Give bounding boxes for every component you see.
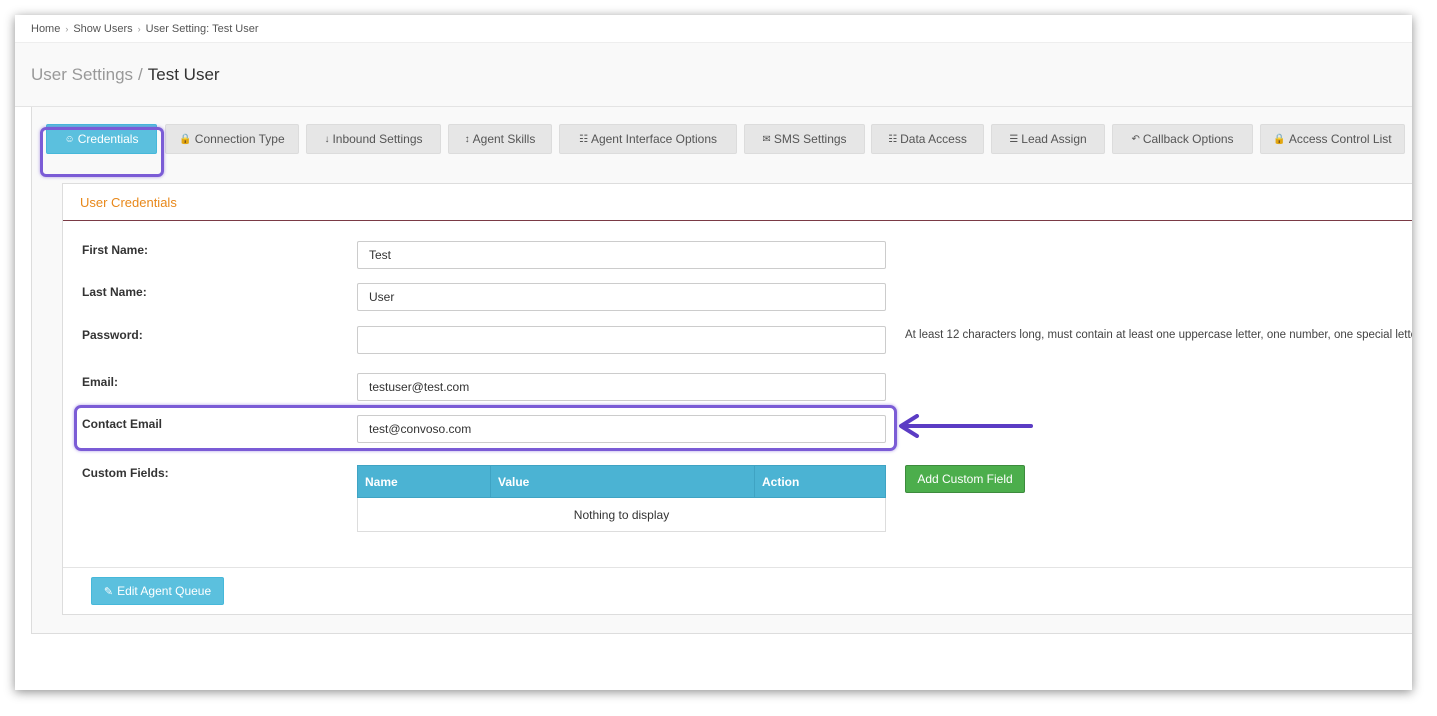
- tab-label: Lead Assign: [1021, 132, 1087, 146]
- page-title-separator: /: [138, 64, 143, 84]
- first-name-field[interactable]: Test: [357, 241, 886, 269]
- app-window: Home › Show Users › User Setting: Test U…: [15, 15, 1412, 690]
- tab-agent-interface-options[interactable]: ☷ Agent Interface Options: [559, 124, 737, 154]
- grid-icon: ☷: [888, 133, 898, 145]
- empty-table-message: Nothing to display: [357, 497, 886, 532]
- panel-title: User Credentials: [63, 184, 1412, 221]
- grid-icon: ☷: [578, 133, 588, 145]
- reply-all-icon: ↶: [1131, 133, 1140, 145]
- breadcrumb-home[interactable]: Home: [31, 23, 60, 35]
- last-name-label: Last Name:: [82, 285, 147, 299]
- tab-label: Connection Type: [194, 132, 285, 146]
- tab-connection-type[interactable]: 🔒 Connection Type: [165, 124, 299, 154]
- tab-label: Agent Skills: [472, 132, 536, 146]
- tab-lead-assign[interactable]: ☰ Lead Assign: [991, 124, 1105, 154]
- first-name-label: First Name:: [82, 243, 149, 257]
- chevron-right-icon: ›: [137, 23, 141, 34]
- chevron-right-icon: ›: [65, 23, 69, 34]
- email-field[interactable]: testuser@test.com: [357, 373, 886, 401]
- page-title-section: User Settings: [31, 64, 134, 84]
- column-header-value[interactable]: Value: [490, 465, 755, 498]
- last-name-field[interactable]: User: [357, 283, 886, 311]
- tab-label: Agent Interface Options: [590, 132, 718, 146]
- arrow-down-icon: ↓: [324, 133, 330, 145]
- user-credentials-panel: User Credentials First Name: Test Last N…: [62, 183, 1412, 615]
- breadcrumb: Home › Show Users › User Setting: Test U…: [15, 15, 1412, 43]
- column-header-name[interactable]: Name: [357, 465, 491, 498]
- breadcrumb-show-users[interactable]: Show Users: [73, 23, 132, 35]
- tab-agent-skills[interactable]: ↕ Agent Skills: [448, 124, 552, 154]
- edit-icon: ✎: [103, 585, 114, 598]
- tab-inbound-settings[interactable]: ↓ Inbound Settings: [306, 124, 441, 154]
- tab-label: SMS Settings: [773, 132, 847, 146]
- email-label: Email:: [82, 375, 119, 389]
- tab-access-control-list[interactable]: 🔒 Access Control List: [1260, 124, 1405, 154]
- page-title: User Settings / Test User: [15, 43, 1412, 107]
- envelope-icon: ✉: [762, 133, 771, 145]
- custom-fields-label: Custom Fields:: [82, 466, 169, 480]
- tab-sms-settings[interactable]: ✉ SMS Settings: [744, 124, 865, 154]
- password-help-text: At least 12 characters long, must contai…: [905, 329, 1412, 341]
- page-title-user: Test User: [147, 64, 220, 84]
- settings-content: ☺ Credentials 🔒 Connection Type ↓ Inboun…: [31, 107, 1412, 634]
- custom-fields-table: Name Value Action Nothing to display: [357, 465, 886, 532]
- tab-callback-options[interactable]: ↶ Callback Options: [1112, 124, 1253, 154]
- password-label: Password:: [82, 328, 143, 342]
- edit-agent-queue-button[interactable]: ✎ Edit Agent Queue: [91, 577, 224, 605]
- lock-icon: 🔒: [179, 133, 192, 145]
- breadcrumb-current: User Setting: Test User: [145, 22, 259, 35]
- tab-label: Callback Options: [1142, 132, 1234, 146]
- tab-label: Inbound Settings: [332, 132, 423, 146]
- tab-data-access[interactable]: ☷ Data Access: [871, 124, 984, 154]
- arrows-vertical-icon: ↕: [464, 133, 470, 145]
- credentials-tab-highlight: [40, 127, 164, 177]
- edit-agent-queue-label: Edit Agent Queue: [117, 584, 212, 598]
- column-header-action[interactable]: Action: [754, 465, 886, 498]
- list-icon: ☰: [1009, 133, 1019, 145]
- arrow-left-icon: [899, 414, 1033, 438]
- lock-icon: 🔒: [1273, 133, 1286, 145]
- panel-footer: ✎ Edit Agent Queue: [63, 567, 1412, 615]
- contact-email-highlight: [74, 405, 897, 451]
- add-custom-field-button[interactable]: Add Custom Field: [905, 465, 1025, 493]
- password-field[interactable]: [357, 326, 886, 354]
- tab-label: Access Control List: [1288, 132, 1392, 146]
- tab-label: Data Access: [900, 132, 967, 146]
- table-row: Nothing to display: [357, 497, 886, 532]
